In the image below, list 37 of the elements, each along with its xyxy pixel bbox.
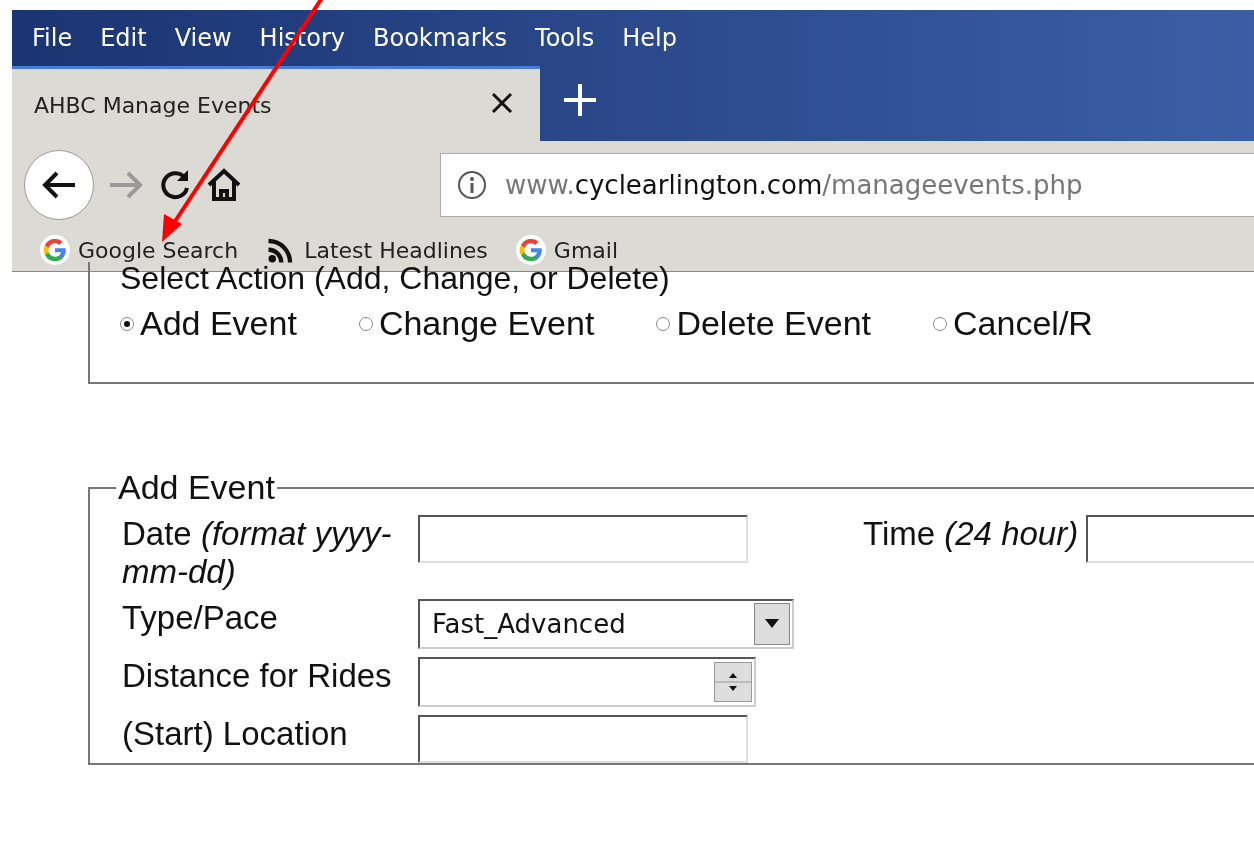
distance-number-field[interactable] <box>418 656 756 707</box>
action-radio-option[interactable]: Cancel/R <box>933 304 1093 343</box>
spinner-arrows-icon <box>714 661 752 702</box>
field-label: Type/Pace <box>122 598 279 637</box>
bookmark-link[interactable]: Latest Headlines <box>266 235 488 265</box>
radio-icon[interactable] <box>656 316 671 331</box>
address-bar[interactable]: www.cyclearlington.com/manageevents.php <box>440 153 1254 217</box>
text-input-field[interactable] <box>418 714 748 763</box>
fieldset-legend: Add Event <box>116 468 277 507</box>
menu-item[interactable]: Help <box>608 24 691 52</box>
action-radio-option[interactable]: Add Event <box>120 304 297 343</box>
field-label: Distance for Rides <box>122 656 393 695</box>
menu-item[interactable]: Tools <box>521 24 609 52</box>
fieldset-legend: Select Action (Add, Change, or Delete) <box>120 262 1254 294</box>
menu-item[interactable]: Edit <box>86 24 161 52</box>
field-label: Time (24 hour) <box>863 515 1080 553</box>
dropdown-caret-icon <box>765 619 779 629</box>
type-pace-dropdown[interactable]: Fast_Advanced <box>418 598 794 649</box>
bookmark-link[interactable]: Google Search <box>40 235 239 265</box>
action-radio-option[interactable]: Delete Event <box>656 304 872 343</box>
menu-item[interactable]: File <box>18 24 87 52</box>
home-icon[interactable] <box>206 168 242 202</box>
radio-icon[interactable] <box>933 316 948 331</box>
info-icon <box>457 170 487 200</box>
text-input-field[interactable] <box>418 515 748 563</box>
menu-item[interactable]: View <box>160 24 246 52</box>
google-g-icon <box>515 235 546 265</box>
field-label: (Start) Location <box>122 714 349 753</box>
reload-icon[interactable] <box>158 168 192 202</box>
menu-item[interactable]: Bookmarks <box>359 24 522 52</box>
radio-icon[interactable] <box>358 316 373 331</box>
action-radio-option[interactable]: Change Event <box>358 304 595 343</box>
google-g-icon <box>40 235 70 265</box>
text-input-field[interactable] <box>1086 515 1254 563</box>
bookmark-link[interactable]: Gmail <box>515 235 618 265</box>
radio-icon[interactable] <box>120 316 134 331</box>
field-label: Date (format yyyy-mm-dd) <box>122 515 393 591</box>
